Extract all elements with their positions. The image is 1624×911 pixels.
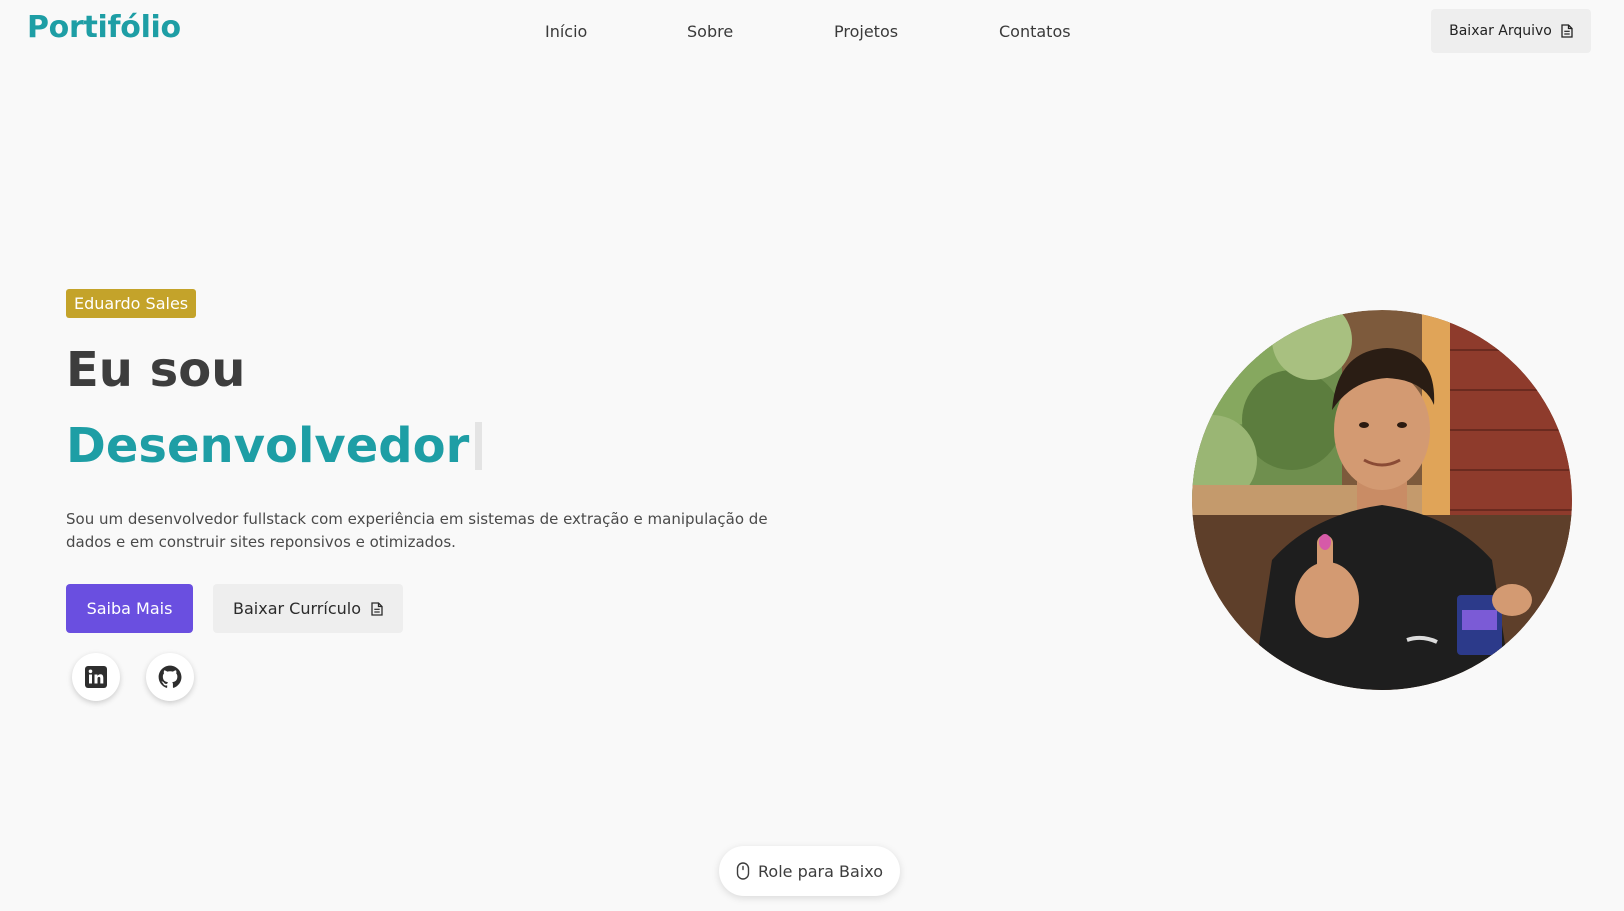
scroll-down-button[interactable]: Role para Baixo (719, 846, 900, 896)
typing-cursor (475, 422, 483, 470)
linkedin-link[interactable] (72, 653, 120, 701)
hero-description: Sou um desenvolvedor fullstack com exper… (66, 510, 768, 551)
file-icon (1561, 24, 1573, 38)
nav-contatos[interactable]: Contatos (999, 22, 1071, 41)
nav-projetos[interactable]: Projetos (834, 22, 898, 41)
profile-photo-illustration (1192, 310, 1572, 690)
top-header: Portifólio Início Sobre Projetos Contato… (0, 0, 1624, 62)
main-nav: Início Sobre Projetos Contatos (0, 22, 1624, 42)
download-file-button[interactable]: Baixar Arquivo (1431, 9, 1591, 53)
download-resume-label: Baixar Currículo (233, 599, 361, 618)
hero-title-line1: Eu sou (66, 342, 246, 398)
profile-photo (1192, 310, 1572, 690)
download-file-label: Baixar Arquivo (1449, 23, 1552, 39)
hero-role: Desenvolvedor (66, 418, 470, 474)
hero-title-line2: Desenvolvedor (66, 418, 483, 474)
download-resume-button[interactable]: Baixar Currículo (213, 584, 403, 633)
name-badge: Eduardo Sales (66, 289, 197, 318)
mouse-icon (736, 862, 750, 880)
github-link[interactable] (146, 653, 194, 701)
saiba-mais-button[interactable]: Saiba Mais (66, 584, 193, 633)
github-icon (157, 664, 183, 690)
nav-inicio[interactable]: Início (545, 22, 587, 41)
scroll-down-label: Role para Baixo (758, 861, 883, 881)
linkedin-icon (84, 665, 108, 689)
portfolio-page: Portifólio Início Sobre Projetos Contato… (0, 0, 1624, 911)
file-icon (371, 601, 383, 616)
nav-sobre[interactable]: Sobre (687, 22, 733, 41)
